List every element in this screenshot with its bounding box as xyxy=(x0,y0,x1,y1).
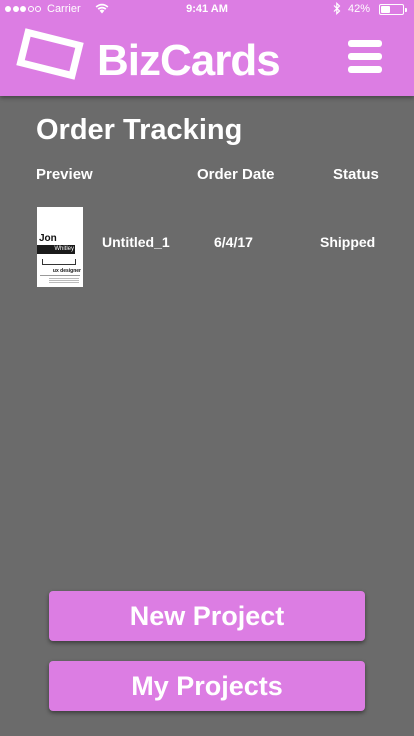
order-status: Shipped xyxy=(320,234,376,250)
order-name: Untitled_1 xyxy=(102,234,170,250)
column-header-status: Status xyxy=(333,166,379,183)
app-title: BizCards xyxy=(97,36,281,85)
card-bracket-decoration xyxy=(42,259,76,265)
page-title: Order Tracking xyxy=(36,114,243,146)
bluetooth-icon xyxy=(333,1,341,18)
card-first-name: Jon xyxy=(39,233,57,244)
column-header-order-date: Order Date xyxy=(197,166,275,183)
card-logo-icon xyxy=(16,28,84,80)
card-preview-thumbnail[interactable]: Jon Whitley ux designer xyxy=(37,207,83,287)
card-divider xyxy=(40,275,80,276)
battery-icon xyxy=(379,4,407,15)
column-header-preview: Preview xyxy=(36,166,93,183)
order-row[interactable]: Jon Whitley ux designer Untitled_1 6/4/1… xyxy=(0,200,414,292)
new-project-button[interactable]: New Project xyxy=(49,591,365,641)
card-role: ux designer xyxy=(52,268,81,274)
status-bar: Carrier 9:41 AM 42% xyxy=(0,0,414,20)
hamburger-menu-icon[interactable] xyxy=(348,40,382,74)
battery-percentage: 42% xyxy=(348,3,371,15)
my-projects-button[interactable]: My Projects xyxy=(49,661,365,711)
card-fine-print xyxy=(49,278,79,284)
card-last-name: Whitley xyxy=(54,246,74,252)
order-date: 6/4/17 xyxy=(214,234,253,250)
